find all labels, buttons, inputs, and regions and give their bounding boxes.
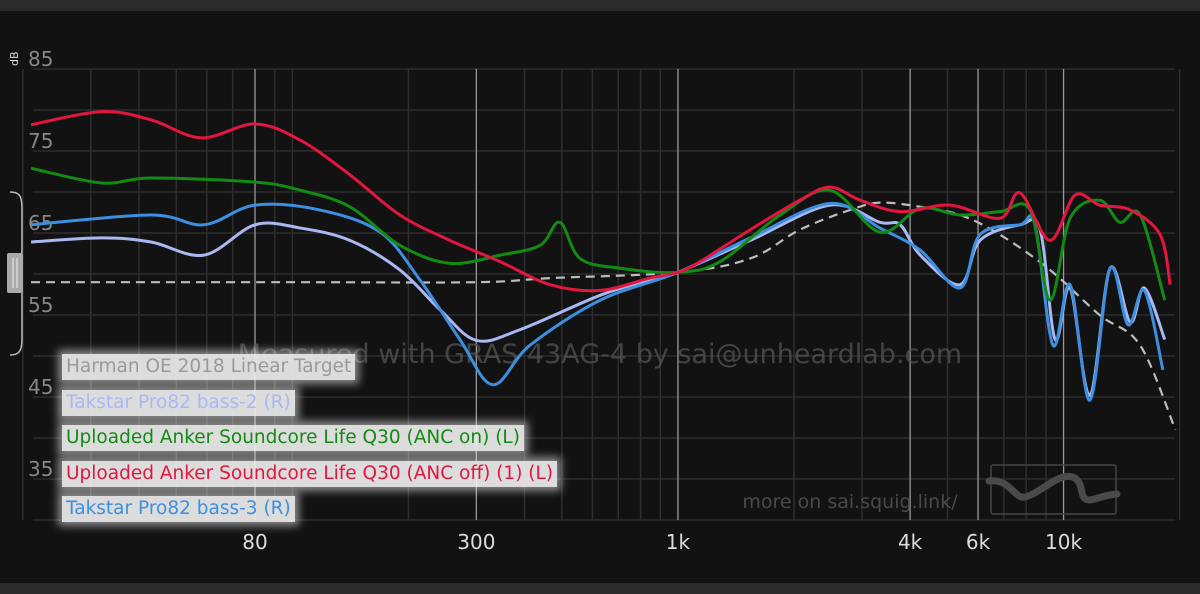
y-tick-label: 45 (28, 375, 53, 399)
legend-item-anker-anc-on[interactable]: Uploaded Anker Soundcore Life Q30 (ANC o… (62, 425, 524, 451)
x-tick-label: 4k (898, 530, 923, 554)
y-scale-handle[interactable] (7, 191, 23, 356)
series-line-2 (30, 166, 1167, 302)
legend-item-takstar-bass-3[interactable]: Takstar Pro82 bass-3 (R) (62, 496, 295, 522)
y-axis-label: dB (8, 51, 21, 66)
x-ticks: 80 300 1k 4k 6k 10k (242, 530, 1082, 554)
legend-item-target[interactable]: Harman OE 2018 Linear Target (62, 354, 356, 380)
y-tick-label: 35 (28, 457, 53, 481)
squiglink-logo-icon (985, 464, 1121, 515)
y-tick-label: 75 (28, 129, 53, 153)
legend-item-takstar-bass-2[interactable]: Takstar Pro82 bass-2 (R) (62, 389, 295, 416)
y-tick-label: 55 (28, 293, 53, 317)
x-tick-label: 300 (457, 530, 495, 554)
legend: Harman OE 2018 Linear Target Takstar Pro… (62, 354, 558, 532)
y-tick-label: 85 (28, 47, 53, 71)
x-tick-label: 10k (1045, 530, 1082, 554)
x-tick-label: 1k (666, 530, 691, 554)
series-line-3 (30, 110, 1172, 293)
footer-link[interactable]: more on sai.squig.link/ (742, 491, 958, 513)
y-ticks: 857565554535 (28, 47, 53, 481)
legend-item-anker-anc-off[interactable]: Uploaded Anker Soundcore Life Q30 (ANC o… (62, 460, 558, 487)
x-tick-label: 6k (966, 530, 991, 554)
x-tick-label: 80 (242, 530, 267, 554)
